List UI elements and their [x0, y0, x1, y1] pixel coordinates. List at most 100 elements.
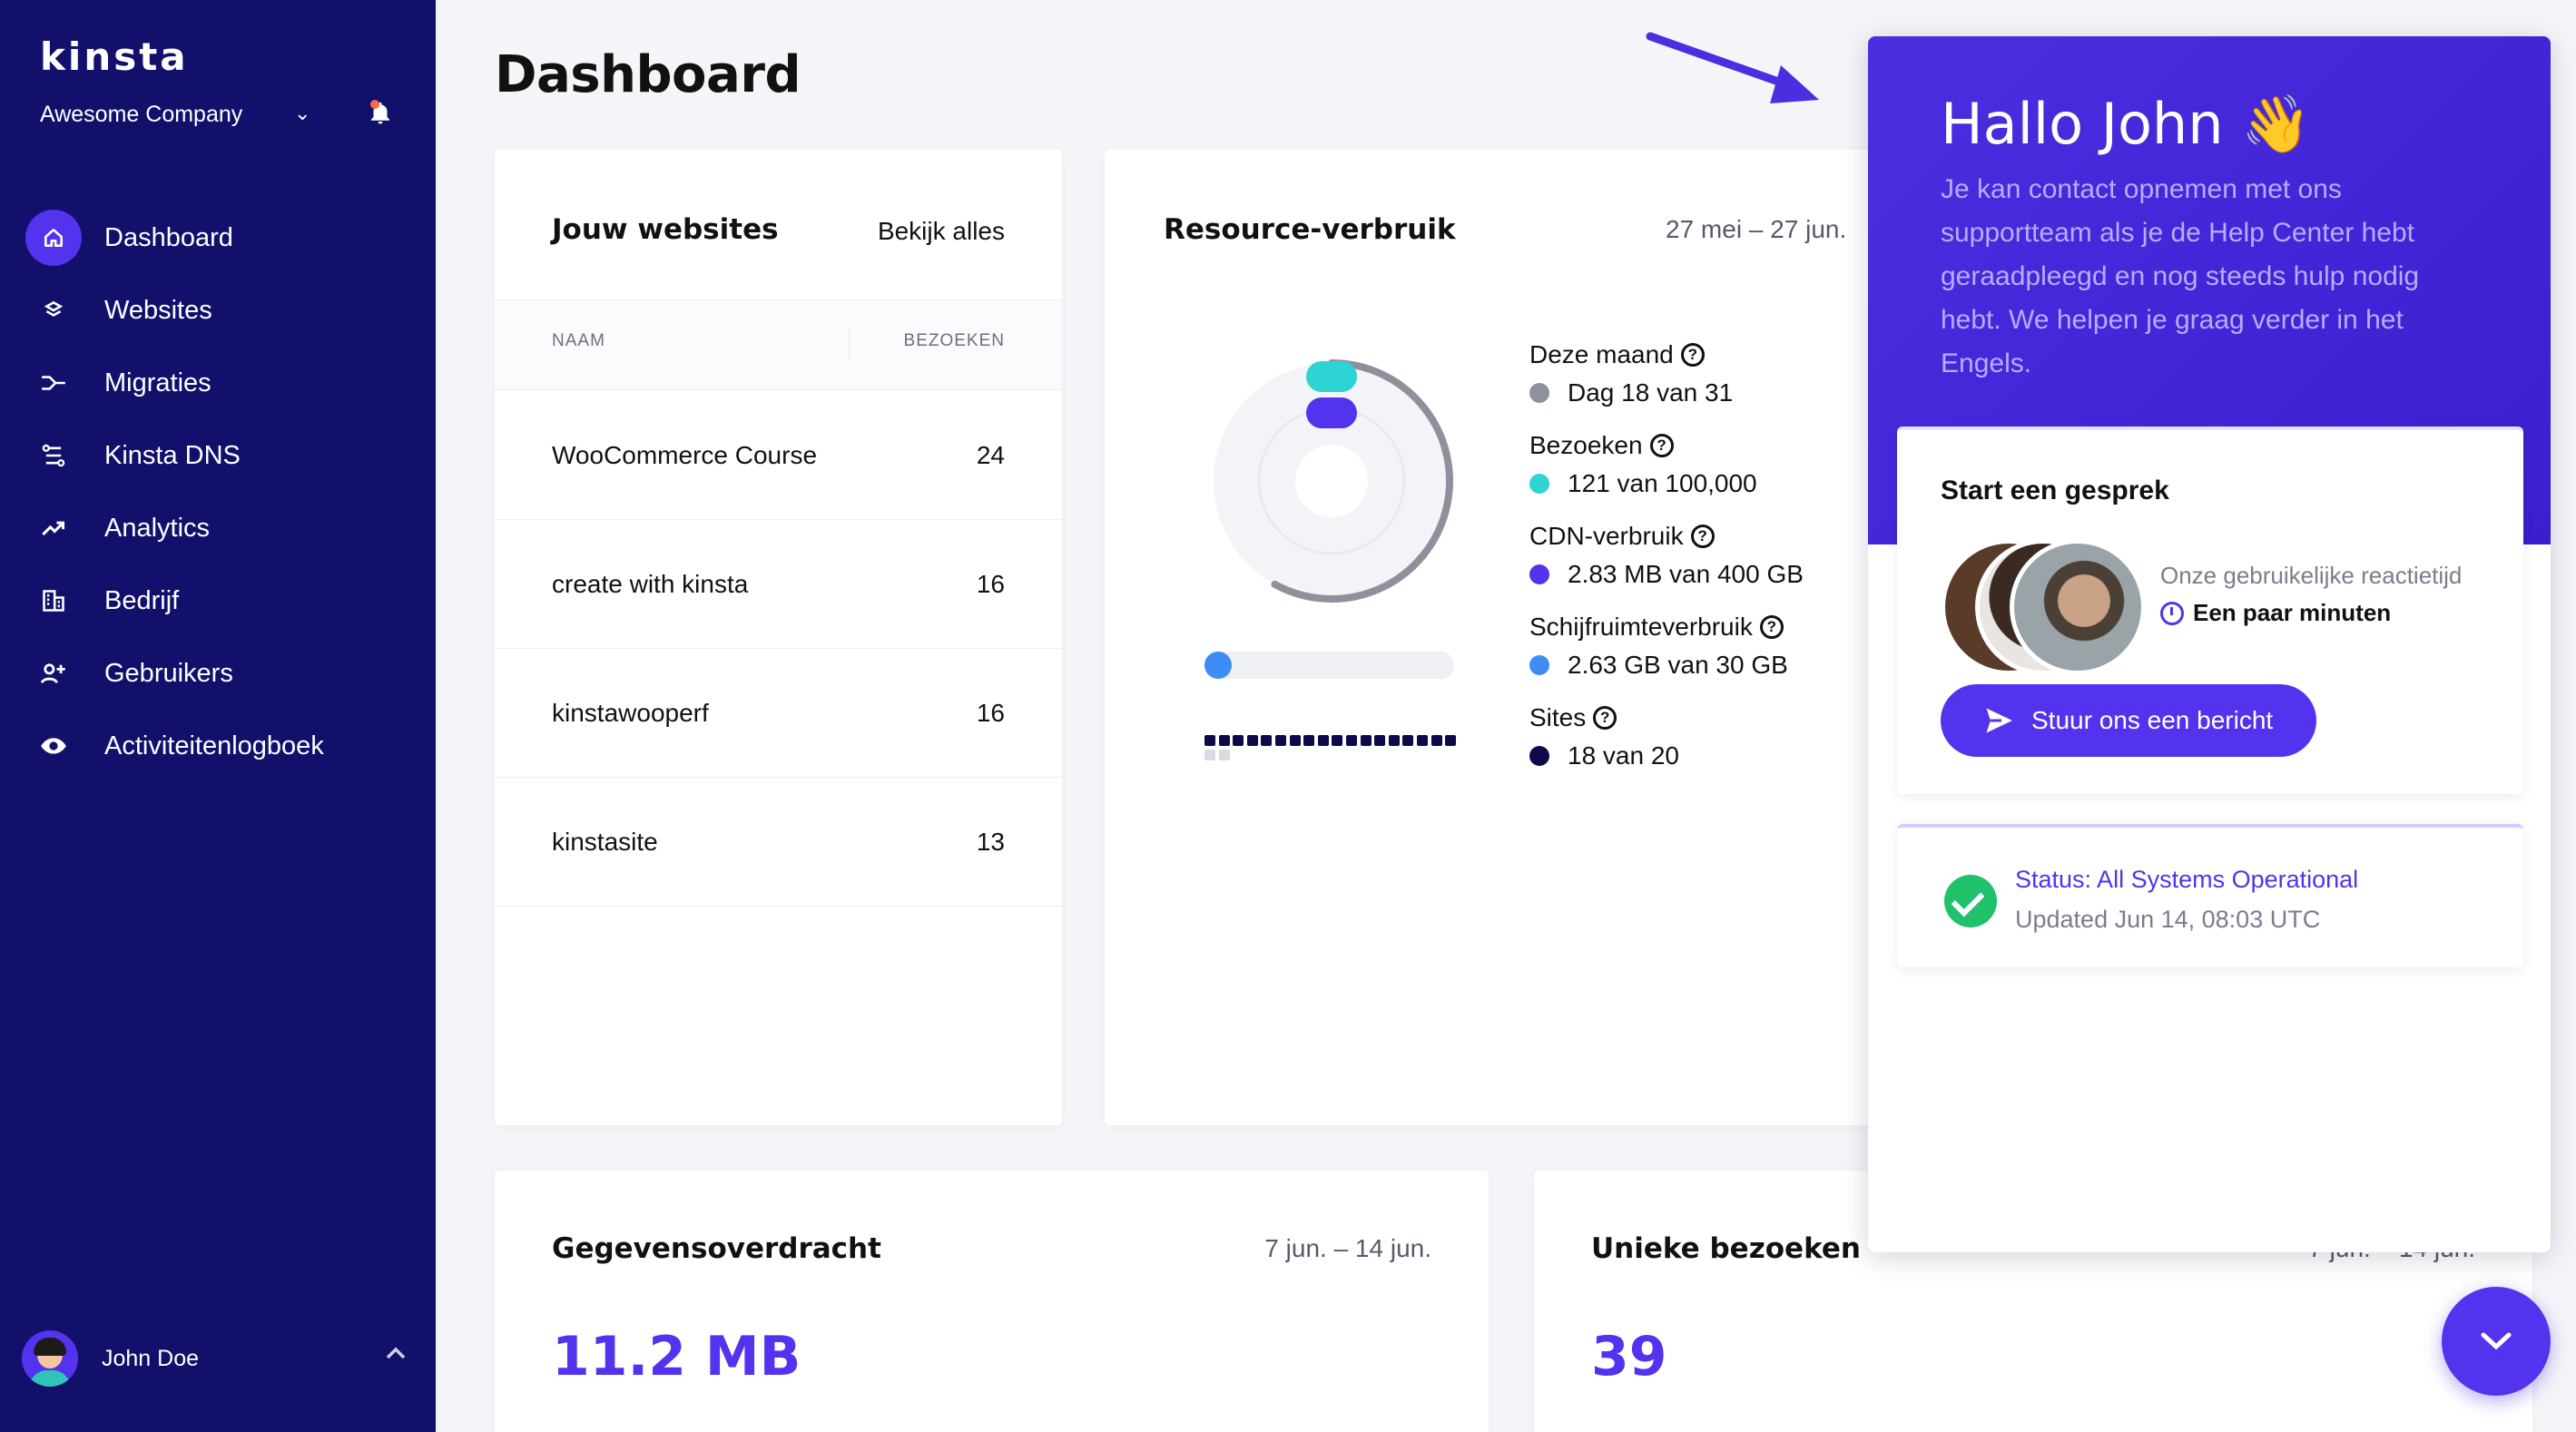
- status-card: Status: All Systems Operational Updated …: [1897, 824, 2523, 967]
- pointer-arrow-icon: [1645, 27, 1826, 109]
- data-transfer-value: 11.2 MB: [552, 1325, 801, 1388]
- kinsta-logo[interactable]: kinsta: [40, 34, 189, 79]
- site-slot: [1445, 735, 1456, 746]
- site-visits: 16: [977, 570, 1005, 599]
- legend-dot: [1529, 746, 1549, 766]
- unique-visits-title: Unieke bezoeken: [1591, 1232, 1861, 1265]
- site-slot: [1290, 735, 1301, 746]
- sidebar-item-websites[interactable]: Websites: [25, 274, 416, 347]
- site-slot: [1261, 735, 1272, 746]
- sidebar-item-migraties[interactable]: Migraties: [25, 347, 416, 419]
- sidebar-item-dashboard[interactable]: Dashboard: [25, 201, 416, 274]
- help-icon[interactable]: ?: [1760, 615, 1784, 639]
- layers-icon: [25, 282, 82, 338]
- legend-sites: Sites? 18 van 20: [1529, 703, 1679, 770]
- legend-value: 18 van 20: [1568, 741, 1679, 770]
- page-title: Dashboard: [495, 45, 801, 104]
- site-name: kinstasite: [552, 828, 658, 857]
- help-icon[interactable]: ?: [1593, 706, 1617, 730]
- data-transfer-date-range[interactable]: 7 jun. – 14 jun.: [1264, 1234, 1431, 1263]
- avatar: [22, 1330, 78, 1387]
- sidebar-item-label: Websites: [104, 296, 212, 326]
- column-header-visits[interactable]: BEZOEKEN: [904, 331, 1005, 351]
- site-slot: [1247, 735, 1258, 746]
- site-slot: [1431, 735, 1442, 746]
- sidebar-item-gebruikers[interactable]: Gebruikers: [25, 637, 416, 710]
- close-help-button[interactable]: [2442, 1287, 2551, 1396]
- table-row[interactable]: WooCommerce Course 24: [495, 391, 1062, 520]
- table-row[interactable]: create with kinsta 16: [495, 520, 1062, 649]
- sidebar-item-analytics[interactable]: Analytics: [25, 492, 416, 564]
- legend-title: Deze maand: [1529, 340, 1674, 369]
- site-slot: [1275, 735, 1286, 746]
- site-slot: [1389, 735, 1400, 746]
- site-slot: [1374, 735, 1385, 746]
- check-circle-icon: [1944, 875, 1997, 927]
- status-link[interactable]: Status: All Systems Operational: [2015, 866, 2358, 894]
- site-name: WooCommerce Course: [552, 441, 817, 470]
- response-time-value: Een paar minuten: [2160, 599, 2391, 627]
- legend-value: Dag 18 van 31: [1568, 378, 1733, 407]
- sidebar-item-label: Analytics: [104, 514, 210, 544]
- chevron-down-icon: [2478, 1330, 2514, 1352]
- legend-value: 121 van 100,000: [1568, 469, 1757, 498]
- add-user-icon: [25, 645, 82, 701]
- legend-dot: [1529, 383, 1549, 403]
- legend-title: CDN-verbruik: [1529, 522, 1684, 551]
- column-divider: [849, 327, 850, 359]
- data-transfer-title: Gegevensoverdracht: [552, 1232, 881, 1265]
- eye-icon: [25, 718, 82, 774]
- help-icon[interactable]: ?: [1681, 343, 1705, 367]
- site-slot: [1219, 750, 1230, 760]
- table-row[interactable]: kinstasite 13: [495, 778, 1062, 907]
- column-header-name[interactable]: NAAM: [552, 331, 605, 351]
- home-icon: [25, 210, 82, 266]
- sites-usage-grid: [1204, 735, 1459, 768]
- legend-visits: Bezoeken? 121 van 100,000: [1529, 431, 1757, 498]
- disk-progress-fill: [1204, 652, 1232, 679]
- legend-dot: [1529, 474, 1549, 494]
- websites-title: Jouw websites: [552, 213, 779, 246]
- site-slot: [1219, 735, 1230, 746]
- sidebar-item-bedrijf[interactable]: Bedrijf: [25, 564, 416, 637]
- site-slot: [1233, 735, 1244, 746]
- chevron-up-icon: [385, 1341, 407, 1367]
- usage-radial-chart: [1195, 345, 1468, 617]
- site-visits: 16: [977, 699, 1005, 728]
- building-icon: [25, 573, 82, 629]
- send-message-button[interactable]: Stuur ons een bericht: [1941, 684, 2316, 757]
- response-time-label: Onze gebruikelijke reactietijd: [2160, 562, 2462, 590]
- site-visits: 13: [977, 828, 1005, 857]
- support-avatars: [1941, 539, 2122, 684]
- help-greeting: Hallo John 👋: [1941, 91, 2311, 158]
- company-switcher[interactable]: Awesome Company ⌄: [40, 102, 242, 128]
- sidebar-item-kinsta-dns[interactable]: Kinsta DNS: [25, 419, 416, 492]
- start-conversation-card: Start een gesprek Onze gebruikelijke rea…: [1897, 427, 2523, 794]
- avatar: [2010, 539, 2146, 675]
- site-visits: 24: [977, 441, 1005, 470]
- view-all-link[interactable]: Bekijk alles: [878, 217, 1005, 246]
- chevron-down-icon: ⌄: [294, 102, 310, 125]
- sidebar-item-label: Migraties: [104, 368, 211, 398]
- user-name: John Doe: [102, 1346, 199, 1372]
- notifications-bell-icon[interactable]: [367, 98, 394, 127]
- site-slot: [1332, 735, 1342, 746]
- user-menu[interactable]: John Doe: [22, 1329, 412, 1388]
- resource-date-range[interactable]: 27 mei – 27 jun.: [1666, 215, 1846, 244]
- sidebar-item-activiteitenlogboek[interactable]: Activiteitenlogboek: [25, 710, 416, 782]
- site-slot: [1204, 750, 1215, 760]
- company-name: Awesome Company: [40, 102, 242, 128]
- help-icon[interactable]: ?: [1691, 525, 1715, 548]
- clock-icon: [2160, 602, 2184, 625]
- sidebar-item-label: Gebruikers: [104, 659, 233, 689]
- site-slot: [1417, 735, 1428, 746]
- site-slot: [1346, 735, 1357, 746]
- help-icon[interactable]: ?: [1650, 434, 1674, 457]
- site-name: create with kinsta: [552, 570, 748, 599]
- sidebar: kinsta Awesome Company ⌄ Dashboard Websi…: [0, 0, 436, 1432]
- legend-cdn: CDN-verbruik? 2.83 MB van 400 GB: [1529, 522, 1804, 589]
- unique-visits-value: 39: [1591, 1325, 1667, 1388]
- data-transfer-card: Gegevensoverdracht 7 jun. – 14 jun. 11.2…: [495, 1171, 1489, 1432]
- table-row[interactable]: kinstawooperf 16: [495, 649, 1062, 778]
- legend-title: Schijfruimteverbruik: [1529, 613, 1753, 642]
